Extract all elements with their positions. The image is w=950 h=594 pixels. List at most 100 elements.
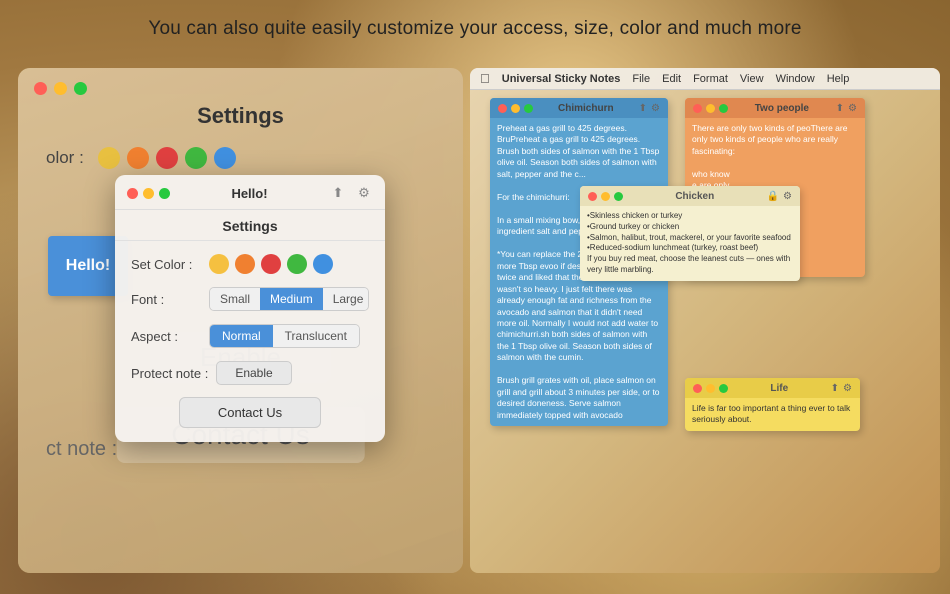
note-maximize-icon[interactable] xyxy=(524,104,533,113)
share-icon[interactable]: ⬆ xyxy=(329,184,347,202)
panel-title: Settings xyxy=(18,103,463,129)
aspect-row: Aspect : Normal Translucent xyxy=(115,315,385,352)
contact-us-button[interactable]: Contact Us xyxy=(179,397,321,428)
menu-view[interactable]: View xyxy=(740,73,764,85)
note-chimichurri-title: Chimichurn xyxy=(558,103,614,114)
modal-action-icons: ⬆ ⚙ xyxy=(329,184,373,202)
color-dots xyxy=(98,147,236,169)
note-life-title: Life xyxy=(770,383,788,394)
note-life-traffic xyxy=(693,384,728,393)
menu-help[interactable]: Help xyxy=(827,73,850,85)
modal-close-icon[interactable] xyxy=(127,188,138,199)
color-row: olor : xyxy=(18,129,463,169)
swatch-green[interactable] xyxy=(287,254,307,274)
swatch-yellow[interactable] xyxy=(209,254,229,274)
font-label: Font : xyxy=(131,292,201,307)
protect-note-label: Protect note : xyxy=(131,366,208,381)
minimize-icon[interactable] xyxy=(54,82,67,95)
note-chicken[interactable]: Chicken 🔒 ⚙ •Skinless chicken or turkey … xyxy=(580,186,800,281)
gear-icon[interactable]: ⚙ xyxy=(355,184,373,202)
note-lf-close-icon[interactable] xyxy=(693,384,702,393)
modal-title: Hello! xyxy=(170,186,329,201)
menu-file[interactable]: File xyxy=(632,73,650,85)
note-gear-icon[interactable]: ⚙ xyxy=(651,103,660,114)
swatch-blue[interactable] xyxy=(313,254,333,274)
font-medium-btn[interactable]: Medium xyxy=(260,288,323,310)
note-chimichurri-traffic xyxy=(498,104,533,113)
enable-button[interactable]: Enable xyxy=(216,361,291,385)
note-ck-maximize-icon[interactable] xyxy=(614,192,623,201)
note-life-titlebar: Life ⬆ ⚙ xyxy=(685,378,860,398)
note-chicken-traffic xyxy=(588,192,623,201)
note-life-icons: ⬆ ⚙ xyxy=(831,383,852,394)
color-dot-blue xyxy=(214,147,236,169)
menu-window[interactable]: Window xyxy=(776,73,815,85)
swatch-orange[interactable] xyxy=(235,254,255,274)
note-two-people-icons: ⬆ ⚙ xyxy=(836,103,857,114)
note-life[interactable]: Life ⬆ ⚙ Life is far too important a thi… xyxy=(685,378,860,431)
note-lf-share-icon[interactable]: ⬆ xyxy=(831,383,839,394)
note-ck-lock-icon: 🔒 xyxy=(767,191,779,202)
note-two-people-titlebar: Two people ⬆ ⚙ xyxy=(685,98,865,118)
note-tp-share-icon[interactable]: ⬆ xyxy=(836,103,844,114)
note-chicken-body: •Skinless chicken or turkey •Ground turk… xyxy=(580,206,800,281)
color-swatches xyxy=(209,254,333,274)
note-ck-close-icon[interactable] xyxy=(588,192,597,201)
font-row: Font : Small Medium Large xyxy=(115,278,385,315)
close-icon[interactable] xyxy=(34,82,47,95)
font-group: Small Medium Large xyxy=(209,287,369,311)
modal-maximize-icon[interactable] xyxy=(159,188,170,199)
aspect-group: Normal Translucent xyxy=(209,324,360,348)
protect-note-label-bg: ct note : xyxy=(46,438,117,461)
protect-note-row: Protect note : Enable xyxy=(115,352,385,389)
note-life-body: Life is far too important a thing ever t… xyxy=(685,398,860,431)
note-chicken-title: Chicken xyxy=(675,191,714,202)
aspect-label: Aspect : xyxy=(131,329,201,344)
note-share-icon[interactable]: ⬆ xyxy=(639,103,647,114)
color-label: olor : xyxy=(46,148,84,168)
note-lf-maximize-icon[interactable] xyxy=(719,384,728,393)
note-two-people-traffic xyxy=(693,104,728,113)
menu-format[interactable]: Format xyxy=(693,73,728,85)
note-chicken-titlebar: Chicken 🔒 ⚙ xyxy=(580,186,800,206)
swatch-red[interactable] xyxy=(261,254,281,274)
aspect-translucent-btn[interactable]: Translucent xyxy=(273,325,359,347)
color-dot-orange xyxy=(127,147,149,169)
set-color-label: Set Color : xyxy=(131,257,201,272)
note-chimichurri-icons: ⬆ ⚙ xyxy=(639,103,660,114)
contact-btn-wrapper: Contact Us xyxy=(115,397,385,428)
settings-modal: Hello! ⬆ ⚙ Settings Set Color : Font : S… xyxy=(115,175,385,442)
note-lf-gear-icon[interactable]: ⚙ xyxy=(843,383,852,394)
color-dot-yellow xyxy=(98,147,120,169)
modal-minimize-icon[interactable] xyxy=(143,188,154,199)
maximize-icon[interactable] xyxy=(74,82,87,95)
mac-menubar:  Universal Sticky Notes File Edit Forma… xyxy=(470,68,940,90)
page-title: You can also quite easily customize your… xyxy=(0,18,950,40)
note-chicken-icons: 🔒 ⚙ xyxy=(767,191,792,202)
note-tp-gear-icon[interactable]: ⚙ xyxy=(848,103,857,114)
set-color-row: Set Color : xyxy=(115,245,385,278)
menu-edit[interactable]: Edit xyxy=(662,73,681,85)
note-ck-minimize-icon[interactable] xyxy=(601,192,610,201)
note-ck-gear-icon[interactable]: ⚙ xyxy=(783,191,792,202)
modal-titlebar: Hello! ⬆ ⚙ xyxy=(115,175,385,210)
settings-title: Settings xyxy=(115,210,385,241)
note-chimichurri-titlebar: Chimichurn ⬆ ⚙ xyxy=(490,98,668,118)
note-tp-maximize-icon[interactable] xyxy=(719,104,728,113)
apple-logo-icon:  xyxy=(480,71,490,86)
app-name: Universal Sticky Notes xyxy=(502,73,621,85)
color-dot-red xyxy=(156,147,178,169)
note-close-icon[interactable] xyxy=(498,104,507,113)
note-two-people-title: Two people xyxy=(755,103,809,114)
right-panel:  Universal Sticky Notes File Edit Forma… xyxy=(470,68,940,573)
color-dot-green xyxy=(185,147,207,169)
font-large-btn[interactable]: Large xyxy=(323,288,369,310)
note-tp-close-icon[interactable] xyxy=(693,104,702,113)
modal-traffic-lights xyxy=(127,188,170,199)
note-minimize-icon[interactable] xyxy=(511,104,520,113)
aspect-normal-btn[interactable]: Normal xyxy=(210,325,273,347)
note-tp-minimize-icon[interactable] xyxy=(706,104,715,113)
font-small-btn[interactable]: Small xyxy=(210,288,260,310)
traffic-lights xyxy=(18,68,463,95)
note-lf-minimize-icon[interactable] xyxy=(706,384,715,393)
